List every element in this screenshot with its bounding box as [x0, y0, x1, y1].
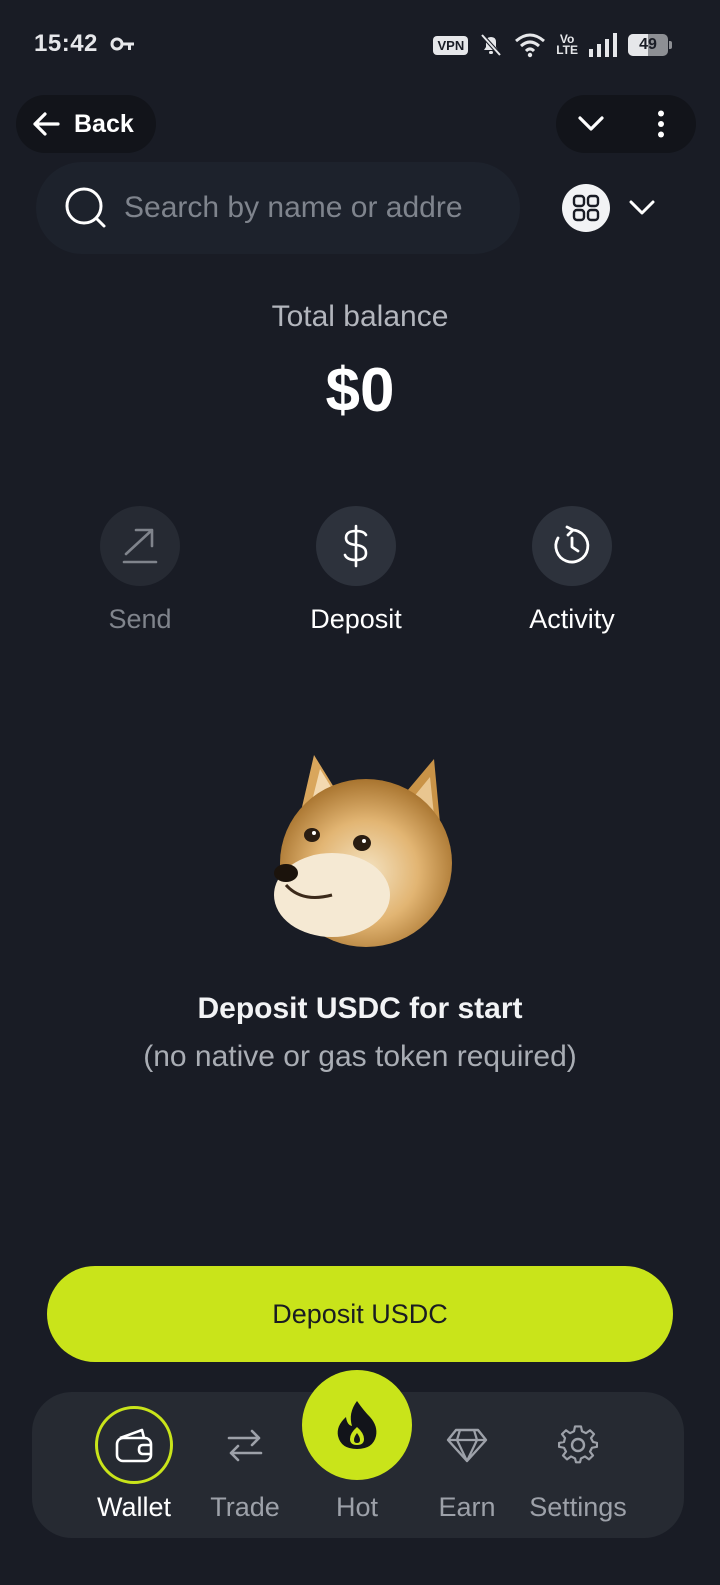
- search-bar[interactable]: [36, 162, 520, 254]
- doge-illustration: [274, 755, 452, 947]
- search-icon: [65, 187, 106, 228]
- send-arrow-icon: [122, 528, 158, 564]
- nav-trade-label: Trade: [210, 1492, 280, 1522]
- swap-icon: [227, 1429, 263, 1462]
- nav-trade[interactable]: Trade: [180, 1392, 310, 1538]
- balance-label: Total balance: [271, 300, 449, 333]
- empty-state-title: Deposit USDC for start: [197, 992, 523, 1025]
- nav-hot-label: Hot: [335, 1492, 379, 1522]
- empty-state-subtitle: (no native or gas token required): [143, 1040, 577, 1073]
- dollar-icon: [343, 524, 368, 568]
- grid-icon: [562, 184, 610, 232]
- nav-wallet-label: Wallet: [96, 1492, 171, 1522]
- activity-button[interactable]: Activity: [482, 506, 662, 635]
- search-input[interactable]: [124, 191, 494, 225]
- send-button[interactable]: Send: [50, 506, 230, 635]
- nav-settings[interactable]: Settings: [513, 1392, 643, 1538]
- more-vertical-icon: [658, 110, 664, 138]
- back-label: Back: [74, 109, 134, 138]
- balance-value: $0: [325, 356, 395, 425]
- chevron-down-icon: [629, 200, 655, 215]
- signal-icon: [589, 33, 617, 57]
- bottom-nav: Wallet Trade Hot Earn Settings: [32, 1370, 684, 1538]
- status-icons: VPN Vo LTE 49: [433, 30, 672, 60]
- top-menu-pill: [556, 95, 696, 153]
- key-icon: [110, 37, 134, 51]
- bell-off-icon: [480, 33, 502, 57]
- flame-icon: [337, 1401, 377, 1449]
- more-options-button[interactable]: [638, 101, 684, 147]
- wifi-icon: [515, 33, 546, 58]
- send-label: Send: [108, 604, 172, 634]
- network-selector[interactable]: [562, 183, 672, 233]
- deposit-usdc-button[interactable]: Deposit USDC: [47, 1266, 673, 1362]
- nav-earn-label: Earn: [438, 1492, 496, 1522]
- nav-hot-button[interactable]: [302, 1370, 412, 1480]
- arrow-left-icon: [33, 112, 60, 136]
- vpn-badge: VPN: [433, 35, 469, 55]
- deposit-label: Deposit: [310, 604, 402, 634]
- nav-settings-label: Settings: [529, 1492, 627, 1522]
- battery-indicator: 49: [628, 34, 672, 56]
- deposit-button[interactable]: Deposit: [266, 506, 446, 635]
- chevron-down-icon: [578, 116, 604, 131]
- volte-indicator: Vo LTE: [556, 32, 578, 57]
- back-button[interactable]: Back: [16, 95, 156, 153]
- status-time: 15:42: [34, 30, 98, 57]
- gear-icon: [558, 1425, 598, 1464]
- activity-label: Activity: [529, 604, 615, 634]
- collapse-button[interactable]: [568, 101, 614, 147]
- history-icon: [554, 525, 590, 564]
- wallet-icon: [115, 1428, 153, 1463]
- diamond-icon: [446, 1428, 488, 1463]
